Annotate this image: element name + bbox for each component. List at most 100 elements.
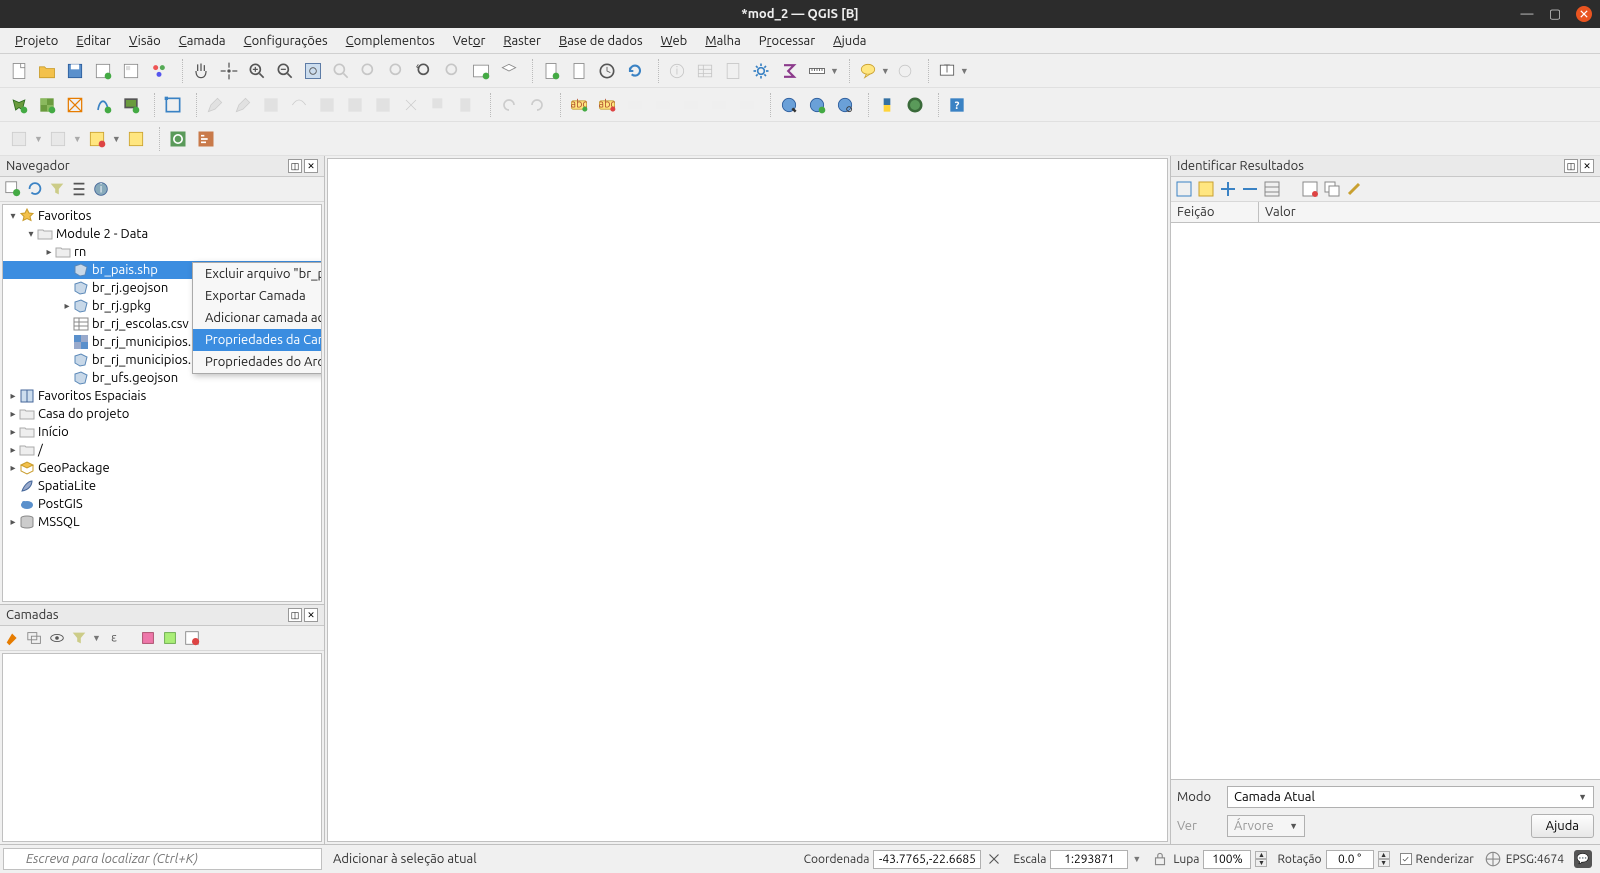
properties-icon[interactable]: i [92, 180, 110, 198]
visibility-icon[interactable] [48, 629, 66, 647]
undo-icon[interactable] [496, 92, 522, 118]
context-menu-item[interactable]: Exportar Camada▶ [193, 285, 322, 307]
delete-feature-icon[interactable] [370, 92, 396, 118]
help-icon[interactable]: ? [944, 92, 970, 118]
tree-item-favoritos-espaciais[interactable]: ▸Favoritos Espaciais [3, 387, 321, 405]
zoom-selection-icon[interactable] [328, 58, 354, 84]
new-project-icon[interactable] [6, 58, 32, 84]
help-button[interactable]: Ajuda [1531, 814, 1594, 838]
menu-base-de-dados[interactable]: Base de dados [550, 31, 652, 51]
coord-input[interactable] [873, 850, 981, 869]
new-print-layout-icon[interactable] [90, 58, 116, 84]
scale-input[interactable] [1050, 850, 1128, 869]
close-button[interactable] [1576, 6, 1592, 22]
add-feature-icon[interactable] [258, 92, 284, 118]
zoom-out-icon[interactable] [272, 58, 298, 84]
globe-add-icon[interactable] [804, 92, 830, 118]
panel-close-button[interactable]: ✕ [1580, 159, 1594, 173]
mode-select[interactable]: Camada Atual ▼ [1227, 786, 1594, 808]
tree-item-favoritos[interactable]: ▾Favoritos [3, 207, 321, 225]
menu-malha[interactable]: Malha [696, 31, 750, 51]
identify-col-value[interactable]: Valor [1259, 202, 1600, 222]
text-annotation-icon[interactable]: T [934, 58, 960, 84]
browser-tree[interactable]: ▾Favoritos▾Module 2 - Data▸rnbr_pais.shp… [2, 204, 322, 602]
temporal-icon[interactable] [594, 58, 620, 84]
node-tool-icon[interactable] [342, 92, 368, 118]
tree-item-in-cio[interactable]: ▸Início [3, 423, 321, 441]
tree-item-spatialite[interactable]: SpatiaLite [3, 477, 321, 495]
deselect-icon[interactable] [84, 126, 110, 152]
spin-down[interactable]: ▼ [1255, 859, 1267, 867]
measure-icon[interactable] [804, 58, 830, 84]
menu-editar[interactable]: Editar [67, 31, 120, 51]
vector-layer-icon[interactable] [6, 92, 32, 118]
tree-item-module-2-data[interactable]: ▾Module 2 - Data [3, 225, 321, 243]
minimize-button[interactable]: — [1520, 7, 1534, 21]
maximize-button[interactable]: ▢ [1548, 7, 1562, 21]
menu-configurações[interactable]: Configurações [235, 31, 337, 51]
paste-feature-icon[interactable] [454, 92, 480, 118]
save-project-icon[interactable] [62, 58, 88, 84]
identify-col-feature[interactable]: Feição [1171, 202, 1259, 222]
move-feature-icon[interactable] [314, 92, 340, 118]
zoom-native-icon[interactable] [384, 58, 410, 84]
filter-layers-icon[interactable] [70, 629, 88, 647]
label-tool-5-icon[interactable] [734, 92, 760, 118]
zoom-last-icon[interactable] [412, 58, 438, 84]
delimited-text-icon[interactable] [90, 92, 116, 118]
magnifier-input[interactable] [1203, 850, 1251, 869]
ident-form-icon[interactable] [1263, 180, 1281, 198]
panel-float-button[interactable]: ◫ [288, 159, 302, 173]
spin-up[interactable]: ▲ [1378, 851, 1390, 859]
tree-item-rn[interactable]: ▸rn [3, 243, 321, 261]
tree-item--[interactable]: ▸/ [3, 441, 321, 459]
panel-float-button[interactable]: ◫ [1564, 159, 1578, 173]
collapse-all-icon[interactable] [70, 180, 88, 198]
menu-visão[interactable]: Visão [120, 31, 170, 51]
context-menu-item[interactable]: Propriedades da Camada… [193, 329, 322, 351]
spin-down[interactable]: ▼ [1378, 859, 1390, 867]
crs-icon[interactable] [1484, 850, 1502, 868]
map-tips-icon[interactable] [855, 58, 881, 84]
copy-feature-icon[interactable] [426, 92, 452, 118]
context-menu-item[interactable]: Adicionar camada ao projeto [193, 307, 322, 329]
edit-shape-icon[interactable] [160, 92, 186, 118]
map-canvas[interactable] [327, 158, 1168, 842]
menu-projeto[interactable]: Projeto [6, 31, 67, 51]
new-3d-view-icon[interactable] [496, 58, 522, 84]
raster-layer-icon[interactable] [34, 92, 60, 118]
ident-tool-1-icon[interactable] [1175, 180, 1193, 198]
toggle-edit-icon[interactable] [202, 92, 228, 118]
select-all-icon[interactable] [123, 126, 149, 152]
field-calc-icon[interactable] [720, 58, 746, 84]
spin-up[interactable]: ▲ [1255, 851, 1267, 859]
quickosm-settings-icon[interactable] [193, 126, 219, 152]
expression-filter-icon[interactable]: ε [105, 629, 123, 647]
processing-gear-icon[interactable] [748, 58, 774, 84]
tree-item-geopackage[interactable]: ▸GeoPackage [3, 459, 321, 477]
layers-tree[interactable] [2, 653, 322, 842]
label-abc-icon[interactable]: abc [566, 92, 592, 118]
osm-tools-icon[interactable] [902, 92, 928, 118]
expand-all-icon[interactable] [139, 629, 157, 647]
panel-close-button[interactable]: ✕ [304, 608, 318, 622]
layout-manager-icon[interactable] [118, 58, 144, 84]
label-tool-2-icon[interactable] [650, 92, 676, 118]
ident-print-icon[interactable] [1345, 180, 1363, 198]
save-edits-icon[interactable] [230, 92, 256, 118]
add-layer-icon[interactable] [4, 180, 22, 198]
layer-style-icon[interactable] [4, 629, 22, 647]
ident-tool-2-icon[interactable] [1197, 180, 1215, 198]
label-diagram-icon[interactable]: abc [594, 92, 620, 118]
filter-browser-icon[interactable] [48, 180, 66, 198]
remove-layer-icon[interactable] [183, 629, 201, 647]
pan-icon[interactable] [188, 58, 214, 84]
zoom-full-icon[interactable] [300, 58, 326, 84]
redo-icon[interactable] [524, 92, 550, 118]
collapse-all-layers-icon[interactable] [161, 629, 179, 647]
digitize-icon[interactable] [286, 92, 312, 118]
pan-to-selection-icon[interactable] [216, 58, 242, 84]
virtual-layer-icon[interactable] [118, 92, 144, 118]
zoom-in-icon[interactable] [244, 58, 270, 84]
label-tool-3-icon[interactable] [678, 92, 704, 118]
